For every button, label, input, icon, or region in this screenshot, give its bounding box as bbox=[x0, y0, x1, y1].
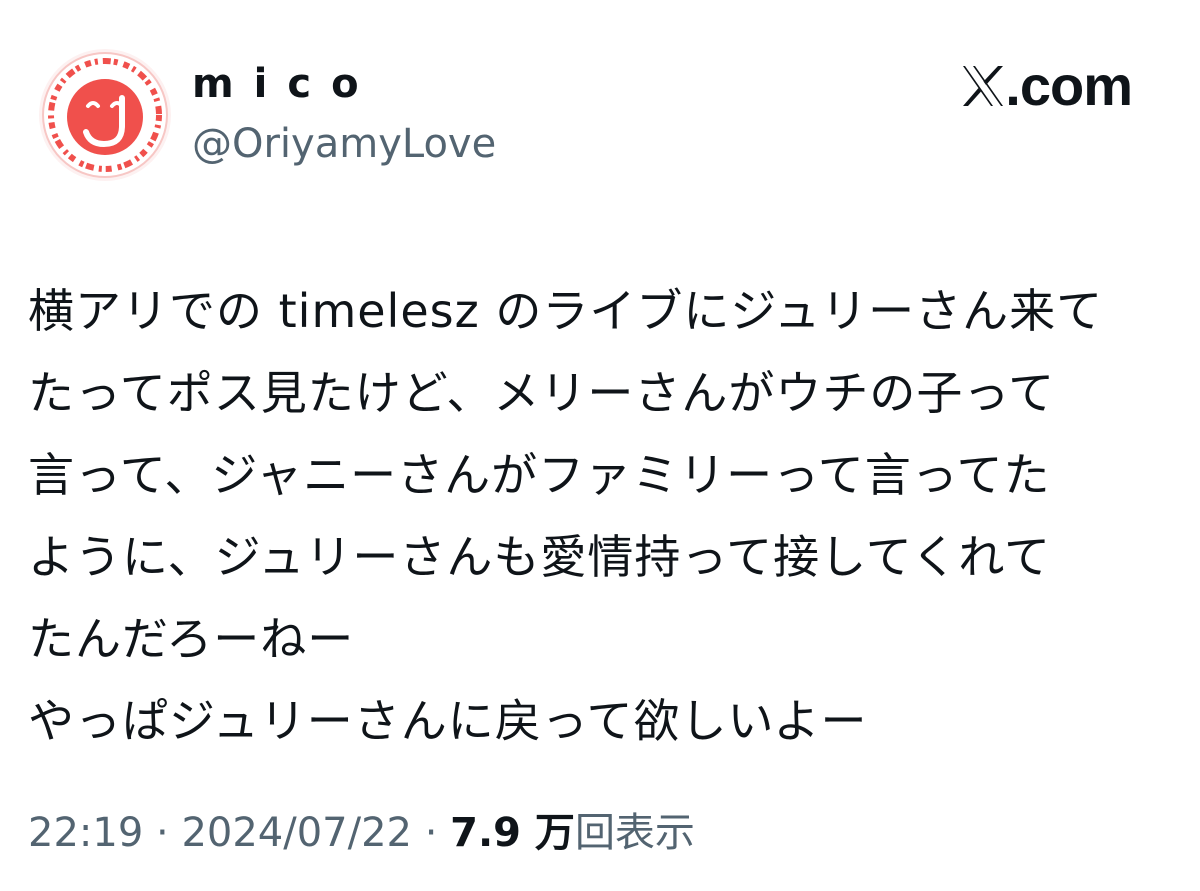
views-count[interactable]: 7.9 万 bbox=[450, 810, 575, 856]
brand-logo: .com bbox=[961, 54, 1133, 117]
user-handle[interactable]: @OriyamyLove bbox=[192, 118, 496, 170]
tweet-line: 横アリでの timelesz のライブにジュリーさん来て bbox=[28, 284, 1104, 338]
meta-separator: · bbox=[156, 810, 169, 856]
brand-text: .com bbox=[1005, 54, 1133, 117]
tweet-line: やっぱジュリーさんに戻って欲しいよー bbox=[28, 694, 868, 748]
tweet-meta: 22:19 · 2024/07/22 · 7.9 万回表示 bbox=[28, 808, 695, 858]
avatar-image bbox=[39, 49, 171, 181]
tweet-time[interactable]: 22:19 bbox=[28, 810, 143, 856]
tweet-line: たってポス見たけど、メリーさんがウチの子って bbox=[28, 366, 1056, 420]
tweet-line: ように、ジュリーさんも愛情持って接してくれて bbox=[28, 530, 1051, 584]
tweet-line: たんだろーねー bbox=[28, 612, 355, 666]
meta-separator: · bbox=[424, 810, 438, 856]
tweet-text: 横アリでの timelesz のライブにジュリーさん来て たってポス見たけど、メ… bbox=[28, 270, 1178, 762]
avatar[interactable] bbox=[38, 48, 172, 182]
views-label: 回表示 bbox=[574, 810, 695, 856]
display-name[interactable]: mico bbox=[192, 58, 379, 110]
x-logo-icon bbox=[963, 66, 1004, 106]
tweet-line: 言って、ジャニーさんがファミリーって言ってた bbox=[28, 448, 1051, 502]
tweet-date[interactable]: 2024/07/22 bbox=[181, 810, 412, 856]
